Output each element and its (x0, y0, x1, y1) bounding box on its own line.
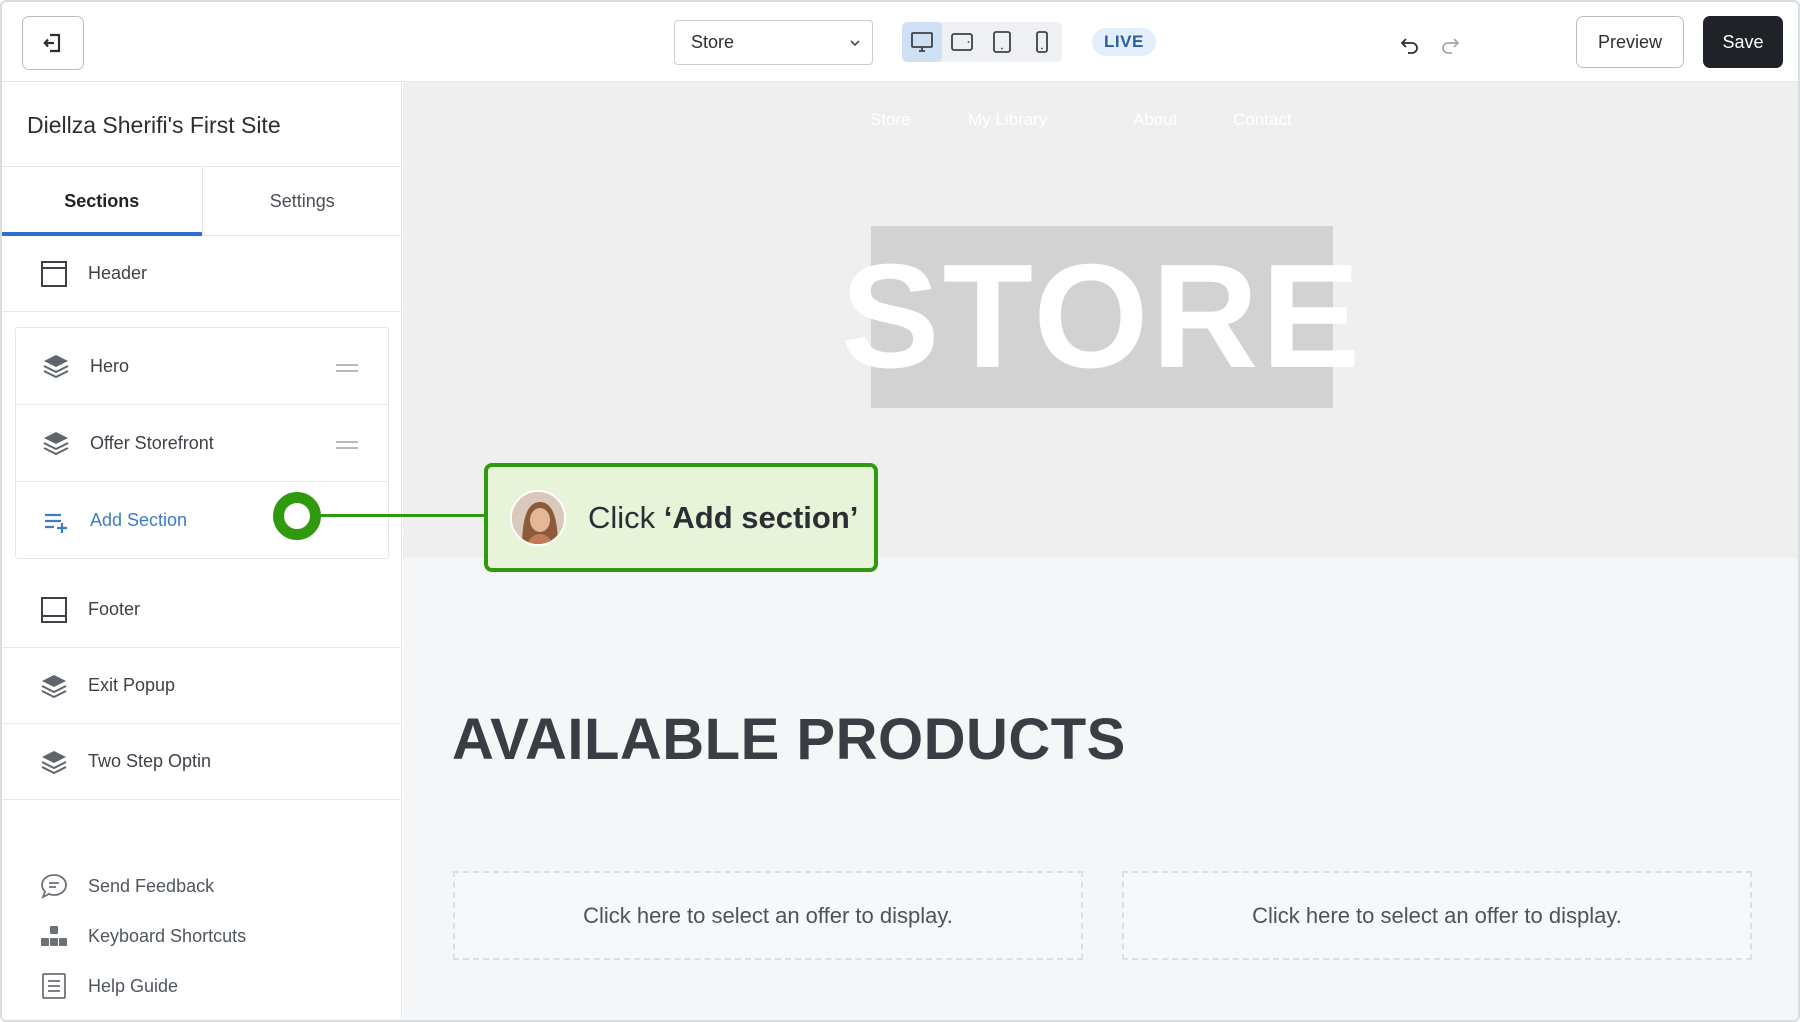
drag-handle-icon[interactable] (336, 441, 358, 453)
site-title: Diellza Sherifi's First Site (27, 112, 281, 138)
undo-button[interactable] (1396, 30, 1424, 58)
tablet-portrait-view-button[interactable] (982, 22, 1022, 62)
header-layout-icon (38, 258, 70, 290)
layers-icon (38, 670, 70, 702)
footer-layout-icon (38, 594, 70, 626)
sections-sidebar: Diellza Sherifi's First Site Sections Se… (2, 82, 402, 1020)
add-section-button[interactable]: Add Section (16, 482, 388, 559)
callout-prefix: Click (588, 499, 664, 535)
drag-handle-icon[interactable] (336, 364, 358, 376)
section-item-hero[interactable]: Hero (16, 328, 388, 405)
keyboard-icon (38, 920, 70, 952)
help-guide-link[interactable]: Help Guide (38, 970, 178, 1002)
products-title: AVAILABLE PRODUCTS (452, 707, 1126, 772)
exit-icon (43, 33, 61, 53)
redo-button[interactable] (1436, 30, 1464, 58)
chevron-down-icon (850, 40, 860, 47)
store-banner-text: STORE (840, 234, 1364, 399)
live-status-badge: LIVE (1092, 28, 1156, 56)
body-sections-group: Hero Offer Storefront Add Section (15, 327, 389, 559)
mobile-view-button[interactable] (1022, 22, 1062, 62)
nav-link-my-library[interactable]: My Library (968, 110, 1047, 130)
nav-link-about[interactable]: About (1133, 110, 1177, 130)
sidebar-tabs: Sections Settings (2, 166, 402, 236)
chat-bubble-icon (38, 870, 70, 902)
desktop-view-button[interactable] (902, 22, 942, 62)
tab-sections[interactable]: Sections (2, 167, 202, 236)
add-section-label: Add Section (90, 510, 188, 530)
section-item-footer[interactable]: Footer (2, 572, 402, 648)
help-guide-label: Help Guide (88, 975, 179, 996)
tab-settings[interactable]: Settings (201, 167, 403, 235)
section-item-header[interactable]: Header (2, 236, 402, 312)
mobile-icon (1036, 31, 1048, 53)
layers-icon (40, 350, 72, 382)
avatar (510, 489, 566, 546)
redo-icon (1442, 38, 1460, 54)
section-item-two-step-optin[interactable]: Two Step Optin (2, 724, 402, 800)
device-toggle-group (902, 22, 1062, 62)
section-item-label: Header (88, 263, 148, 283)
top-toolbar: Store LIVE Preview Save (2, 2, 1798, 82)
nav-link-contact[interactable]: Contact (1233, 110, 1292, 130)
tutorial-pointer (273, 492, 321, 540)
callout-emphasis: ‘Add section’ (663, 499, 859, 535)
tablet-landscape-icon (951, 33, 973, 51)
page-select[interactable]: Store (674, 20, 873, 65)
desktop-icon (911, 32, 933, 52)
store-banner: STORE (841, 226, 1360, 408)
section-item-exit-popup[interactable]: Exit Popup (2, 648, 402, 724)
section-item-label: Footer (88, 599, 141, 619)
layers-icon (38, 746, 70, 778)
tablet-landscape-view-button[interactable] (942, 22, 982, 62)
offer-placeholder[interactable]: Click here to select an offer to display… (453, 871, 1083, 960)
layers-icon (40, 427, 72, 459)
send-feedback-label: Send Feedback (88, 875, 215, 896)
section-item-label: Offer Storefront (90, 432, 214, 453)
section-item-offer-storefront[interactable]: Offer Storefront (16, 405, 388, 482)
keyboard-shortcuts-link[interactable]: Keyboard Shortcuts (38, 920, 246, 952)
section-item-label: Hero (90, 355, 130, 376)
site-navigation: Store My Library About Contact (403, 110, 1798, 140)
tablet-portrait-icon (993, 31, 1011, 53)
nav-link-store[interactable]: Store (870, 110, 911, 130)
tutorial-connector (320, 514, 486, 517)
callout-text: Click ‘Add section’ (588, 500, 858, 536)
save-button[interactable]: Save (1703, 16, 1783, 68)
preview-button[interactable]: Preview (1576, 16, 1684, 68)
app-window: Store LIVE Preview Save Diellza Sherifi'… (0, 0, 1800, 1022)
page-select-value: Store (691, 32, 735, 52)
document-icon (38, 970, 70, 1002)
tutorial-callout: Click ‘Add section’ (484, 463, 878, 572)
section-item-label: Two Step Optin (88, 751, 212, 771)
keyboard-shortcuts-label: Keyboard Shortcuts (88, 925, 247, 946)
offer-placeholder[interactable]: Click here to select an offer to display… (1122, 871, 1752, 960)
add-list-icon (40, 505, 72, 537)
section-item-label: Exit Popup (88, 675, 176, 695)
exit-editor-button[interactable] (22, 16, 84, 70)
send-feedback-link[interactable]: Send Feedback (38, 870, 214, 902)
undo-icon (1400, 38, 1418, 54)
